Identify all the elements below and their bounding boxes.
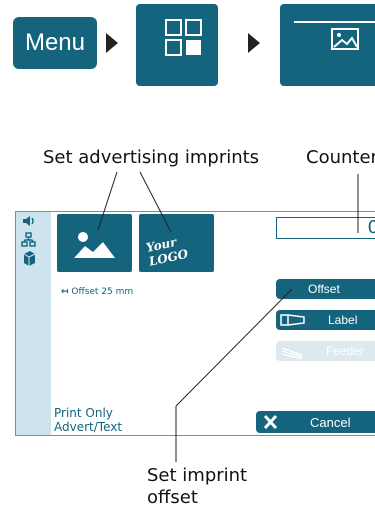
sidebar [16,212,51,435]
network-icon [21,232,36,247]
offset-callout-line1: Set imprint [147,465,248,486]
offset-indicator: ↤ Offset 25 mm [61,287,133,297]
label-button-label: Label [328,313,358,327]
logo-imprint-thumb[interactable]: Your LOGO [139,214,214,272]
counter-callout: Counter [306,147,375,168]
close-icon [263,414,278,430]
menu-label: Menu [24,29,86,56]
offset-button-label: Offset [308,282,340,296]
feeder-button: Feeder [276,341,375,361]
print-mode-text: Print Only Advert/Text [54,406,122,434]
feeder-button-label: Feeder [326,344,365,358]
cube-icon [23,251,36,266]
label-icon [280,314,305,326]
chevron-right-icon [106,33,118,53]
feeder-icon [281,347,303,360]
cancel-button-label: Cancel [310,414,351,430]
offset-button[interactable]: Offset [276,279,375,299]
offset-arrow-icon: ↤ [61,287,69,297]
cancel-button[interactable]: Cancel [256,411,375,433]
print-mode-line2: Advert/Text [54,420,123,434]
image-settings-tile[interactable] [280,4,375,86]
advertising-callout: Set advertising imprints [43,147,260,168]
image-icon [74,232,115,258]
offset-note-text: Offset 25 mm [71,287,134,297]
speaker-icon [23,216,34,226]
menu-button[interactable]: Menu [13,17,97,69]
layout-tile[interactable] [136,4,218,86]
sidebar-icons [21,216,36,266]
chevron-right-icon [248,33,260,53]
offset-callout: Set imprint offset [147,465,247,509]
image-frame-icon [294,21,375,50]
image-imprint-thumb[interactable] [57,214,132,272]
offset-callout-line2: offset [147,487,198,508]
label-button[interactable]: Label [276,310,375,330]
counter-field[interactable]: 0 [276,217,375,239]
print-mode-line1: Print Only [54,406,113,420]
grid-icon [165,19,202,56]
logo-thumb-text: Your LOGO [144,234,190,269]
